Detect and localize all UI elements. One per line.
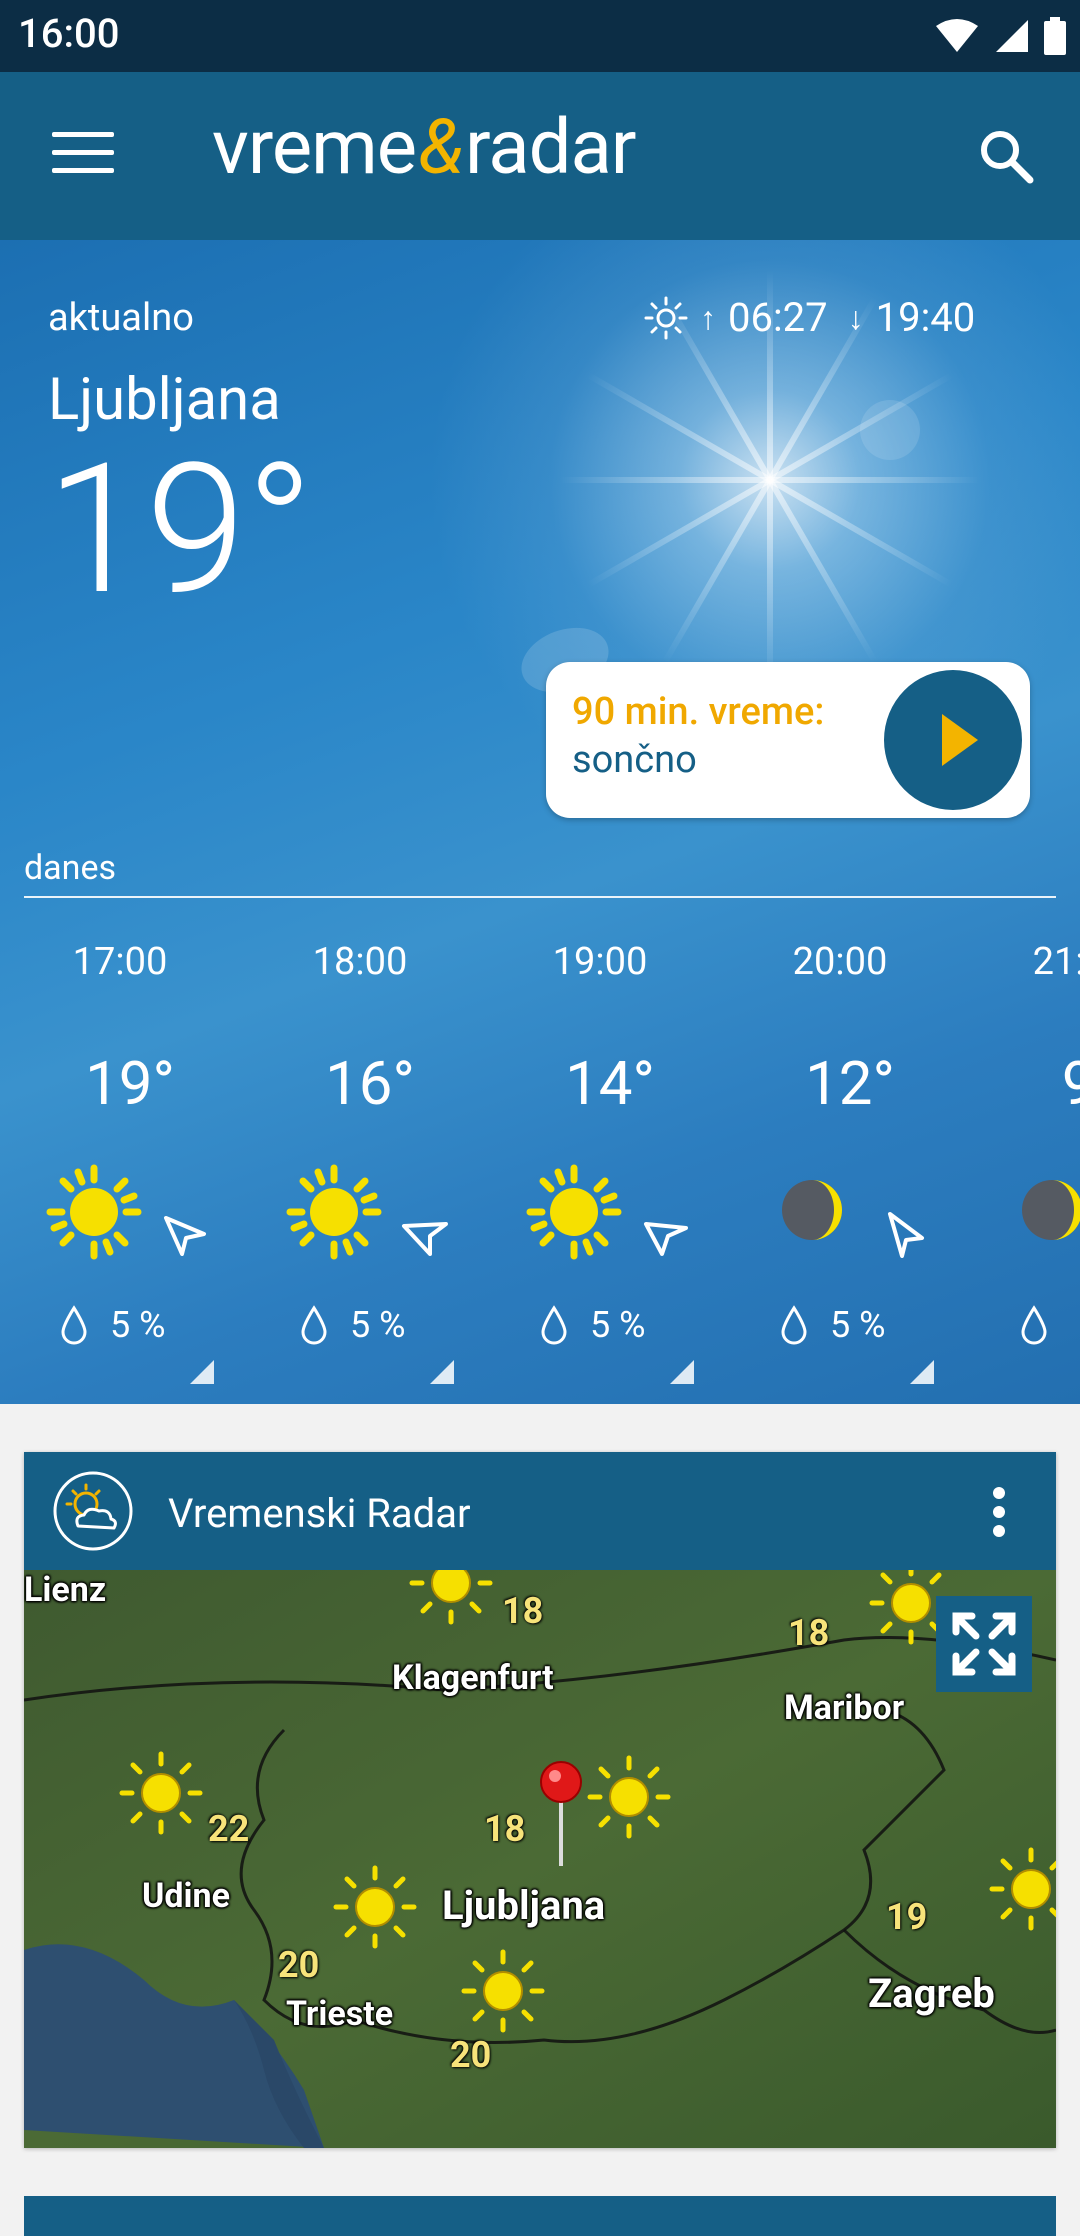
map-sun-icon [461, 1949, 545, 2033]
map-sun-icon [409, 1570, 493, 1625]
next-card-header [24, 2196, 1056, 2236]
hour-precipitation [1020, 1300, 1070, 1350]
hour-temp: 16° [325, 1048, 415, 1119]
nowcast-label: 90 min. vreme: [572, 690, 825, 734]
status-time: 16:00 [18, 10, 120, 57]
menu-icon[interactable] [52, 132, 114, 180]
map-city-label: Lienz [24, 1570, 107, 1610]
raindrop-icon [781, 1305, 807, 1345]
hour-time: 19:00 [552, 940, 648, 984]
hourly-item[interactable]: 18:00 16° 5 % [240, 940, 480, 1404]
more-vert-icon[interactable] [984, 1486, 1014, 1538]
map-sun-icon [119, 1751, 203, 1835]
hourly-item[interactable]: 21:00 9° [960, 940, 1080, 1404]
expand-corner-icon [190, 1360, 214, 1384]
hour-time: 20:00 [792, 940, 888, 984]
sunrise-time: 06:27 [728, 294, 828, 341]
map-city-label: Klagenfurt [392, 1658, 554, 1698]
nowcast-button[interactable]: 90 min. vreme: sončno [546, 662, 1030, 818]
raindrop-icon [541, 1305, 567, 1345]
map-temperature: 22 [208, 1808, 250, 1850]
hour-temp: 12° [805, 1048, 895, 1119]
map-sun-icon [989, 1847, 1056, 1931]
wind-direction-icon [888, 1212, 924, 1258]
hour-precipitation: 5 % [300, 1300, 406, 1350]
current-weather-panel: aktualno ↑ 06:27 ↓ 19:40 Ljubljana 19° 9… [0, 240, 1080, 1404]
wind-direction-icon [164, 1216, 206, 1256]
hourly-item[interactable]: 19:00 14° 5 % [480, 940, 720, 1404]
search-icon[interactable] [976, 126, 1036, 186]
wind-direction-icon [402, 1222, 448, 1256]
hour-time: 18:00 [312, 940, 408, 984]
signal-icon [996, 20, 1028, 52]
day-divider [24, 896, 1056, 898]
current-temperature: 19° [46, 424, 314, 635]
sun-icon [46, 1164, 142, 1260]
moon-icon [782, 1180, 842, 1240]
radar-title: Vremenski Radar [168, 1490, 471, 1537]
raindrop-icon [301, 1305, 327, 1345]
sunrise-arrow-icon: ↑ [700, 298, 716, 337]
hour-time: 17:00 [72, 940, 168, 984]
hour-precipitation: 5 % [780, 1300, 886, 1350]
expand-corner-icon [430, 1360, 454, 1384]
sunset-arrow-icon: ↓ [847, 298, 864, 337]
status-bar: 16:00 [0, 0, 1080, 72]
current-label: aktualno [48, 296, 194, 340]
map-sun-icon [333, 1865, 417, 1949]
map-temperature: 18 [788, 1612, 830, 1654]
map-city-label: Trieste [286, 1994, 394, 2034]
raindrop-icon [1021, 1305, 1047, 1345]
radar-map[interactable]: Lienz Klagenfurt Maribor Udine Ljubljana… [24, 1570, 1056, 2148]
hour-precipitation: 5 % [60, 1300, 166, 1350]
hourly-item[interactable]: 17:00 19° 5 % [0, 940, 240, 1404]
play-icon [942, 714, 978, 766]
expand-corner-icon [910, 1360, 934, 1384]
map-temperature: 20 [278, 1944, 320, 1986]
map-temperature: 18 [502, 1590, 544, 1632]
battery-icon [1044, 17, 1066, 55]
moon-icon [1022, 1180, 1080, 1240]
sunset-time: 19:40 [875, 294, 976, 341]
wind-direction-icon [644, 1222, 688, 1256]
map-city-label: Udine [142, 1876, 230, 1916]
sun-icon [286, 1164, 382, 1260]
hour-temp: 14° [565, 1048, 655, 1119]
map-temperature: 19 [886, 1896, 928, 1938]
map-temperature: 18 [484, 1808, 526, 1850]
raindrop-icon [61, 1305, 87, 1345]
wifi-icon [936, 19, 978, 52]
hour-temp: 19° [85, 1048, 175, 1119]
hour-time: 21:00 [1032, 940, 1080, 984]
location-pin-icon [540, 1761, 582, 1866]
status-icons [934, 16, 1066, 56]
app-logo: vreme&radar [212, 102, 637, 192]
nowcast-value: sončno [572, 738, 697, 782]
fullscreen-icon [952, 1612, 1016, 1676]
radar-header: Vremenski Radar [24, 1452, 1056, 1570]
play-button[interactable] [880, 666, 1026, 814]
map-sun-icon [587, 1755, 671, 1839]
hourly-item[interactable]: 20:00 12° 5 % [720, 940, 960, 1404]
app-bar: vreme&radar [0, 72, 1080, 240]
expand-corner-icon [670, 1360, 694, 1384]
hour-precipitation: 5 % [540, 1300, 646, 1350]
hour-temp: 9° [1061, 1048, 1080, 1119]
sun-times: ↑ 06:27 ↓ 19:40 [644, 294, 975, 341]
map-city-label: Zagreb [868, 1970, 995, 2017]
map-city-label: Maribor [784, 1688, 905, 1728]
map-city-label: Ljubljana [442, 1882, 606, 1929]
sun-icon [526, 1164, 622, 1260]
day-label: danes [24, 848, 117, 888]
weather-widget-icon [53, 1471, 133, 1551]
fullscreen-button[interactable] [936, 1596, 1032, 1692]
map-temperature: 20 [450, 2034, 492, 2076]
sun-outline-icon [644, 296, 688, 339]
radar-card[interactable]: Vremenski Radar Lienz Klagenfurt Maribor… [24, 1452, 1056, 2148]
